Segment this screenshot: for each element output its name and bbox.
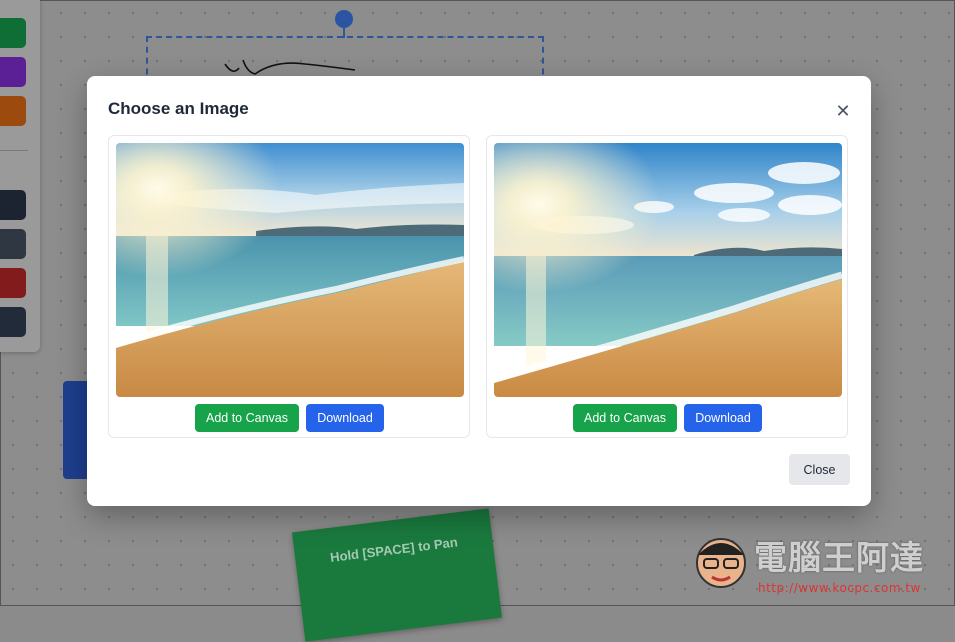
beach-image-1[interactable] (116, 143, 464, 397)
sticky-note-text: Hold [SPACE] to Pan (329, 534, 459, 565)
beach-image-2[interactable] (494, 143, 842, 397)
modal-title: Choose an Image (108, 99, 249, 118)
red-swatch[interactable] (0, 268, 26, 298)
left-toolbar (0, 0, 40, 352)
download-button-2[interactable]: Download (684, 404, 762, 432)
gray-swatch[interactable] (0, 229, 26, 259)
image-card-2: Add to Canvas Download (486, 135, 848, 438)
watermark-url: http://www.kocpc.com.tw (758, 581, 921, 595)
green-swatch[interactable] (0, 18, 26, 48)
watermark-text: 電腦王阿達 (754, 538, 924, 577)
black-swatch[interactable] (0, 190, 26, 220)
orange-swatch[interactable] (0, 96, 26, 126)
image-card-1: Add to Canvas Download (108, 135, 470, 438)
watermark: 電腦王阿達 http://www.kocpc.com.tw (690, 525, 950, 603)
close-icon[interactable]: ✕ (834, 102, 852, 120)
purple-swatch[interactable] (0, 57, 26, 87)
sticky-note[interactable]: Hold [SPACE] to Pan (292, 508, 502, 642)
add-to-canvas-button-2[interactable]: Add to Canvas (573, 404, 677, 432)
download-button-1[interactable]: Download (306, 404, 384, 432)
close-button[interactable]: Close (789, 454, 850, 485)
add-to-canvas-button-1[interactable]: Add to Canvas (195, 404, 299, 432)
navy-swatch[interactable] (0, 307, 26, 337)
choose-image-modal: Choose an Image ✕ Add to Canvas Download… (87, 76, 871, 506)
mascot-logo (696, 538, 746, 588)
rotate-handle[interactable] (335, 10, 353, 28)
toolbar-divider (0, 150, 28, 151)
